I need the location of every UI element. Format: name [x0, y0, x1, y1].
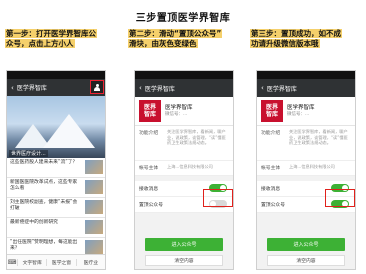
step-3-line2: 功请升级微信版本哦: [250, 39, 320, 48]
status-bar: [135, 71, 233, 79]
step-1-text: 第一步：打开医学界智库公 众号，点击上方小人: [5, 29, 97, 49]
news-thumbnail: [85, 240, 103, 254]
step-1-line2: 众号，点击上方小人: [5, 39, 75, 48]
menu-item-3[interactable]: 医疗业: [75, 258, 105, 266]
news-thumbnail: [85, 180, 103, 194]
account-name: 医学界智库: [165, 105, 193, 111]
status-bar: [7, 71, 105, 79]
pin-account-label: 置顶公众号: [261, 203, 285, 208]
account-logo: 医界 智库: [139, 100, 161, 122]
hero-image[interactable]: 世界医疗设计...: [7, 96, 105, 158]
enter-account-button[interactable]: 进入公众号: [145, 238, 223, 251]
account-name: 医学界智库: [287, 105, 315, 111]
hero-caption: 世界医疗设计...: [9, 150, 48, 157]
enter-account-button[interactable]: 进入公众号: [267, 238, 345, 251]
nav-bar: ‹ 医学界智库: [135, 79, 233, 97]
step-3-line1: 第三步：置顶成功，如不成: [250, 29, 342, 38]
news-item[interactable]: 新国医医院改革试点，这些专家怎么看: [7, 178, 105, 198]
account-logo: 医界 智库: [261, 100, 283, 122]
news-thumbnail: [85, 160, 103, 174]
entity-value: 上海...信息科技有限公司: [167, 164, 213, 169]
phone-3-screen: ‹ 医学界智库 医界 智库 医学界智库 微信号：... 功能介绍 关注医学界智库…: [256, 70, 356, 270]
menu-item-2[interactable]: 医学之窗: [46, 258, 75, 266]
profile-button[interactable]: [90, 80, 104, 94]
intro-label: 功能介绍: [261, 131, 281, 136]
step-1-line1: 第一步：打开医学界智库公: [5, 29, 97, 38]
account-id: 微信号：...: [287, 112, 310, 117]
step-3-text: 第三步：置顶成功，如不成 功请升级微信版本哦: [250, 29, 342, 49]
entity-row: 帐号主体 上海...信息科技有限公司: [257, 161, 355, 176]
news-title: 这些医药股人建来未来“流”了？: [10, 160, 78, 165]
entity-label: 帐号主体: [261, 166, 281, 171]
intro-label: 功能介绍: [139, 131, 159, 136]
clear-content-button[interactable]: 清空内容: [267, 255, 345, 266]
receive-messages-label: 接收消息: [261, 187, 281, 192]
phone-2-screen: ‹ 医学界智库 医界 智库 医学界智库 微信号：... 功能介绍 关注医学界智库…: [134, 70, 234, 270]
news-title: 刘主医院校副查，健康“未报”会打破: [10, 200, 78, 212]
status-bar: [257, 71, 355, 79]
step-2-line2: 滑块，由灰色变绿色: [128, 39, 198, 48]
entity-value: 上海...信息科技有限公司: [289, 164, 335, 169]
page-title: 三步置顶医学界智库: [135, 13, 231, 24]
person-icon: [94, 83, 100, 91]
intro-value: 关注医学界智库，看新闻，聊产业，说政策，谈管理，“读”懂医药卫生政策法规动态。: [289, 129, 348, 146]
news-item[interactable]: 最新癌症中的创新研究: [7, 218, 105, 238]
account-id: 微信号：...: [165, 112, 188, 117]
news-title: “出任医院”赞明理想，每这能出来？: [10, 240, 78, 252]
nav-title: 医学界智库: [266, 85, 297, 93]
intro-row: 功能介绍 关注医学界智库，看新闻，聊产业，说政策，谈管理，“读”懂医药卫生政策法…: [257, 126, 355, 161]
nav-bar: ‹ 医学界智库: [7, 79, 105, 96]
receive-messages-label: 接收消息: [139, 187, 159, 192]
news-item[interactable]: 刘主医院校副查，健康“未报”会打破: [7, 198, 105, 218]
intro-row: 功能介绍 关注医学界智库，看新闻，聊产业，说政策，谈管理，“读”懂医药卫生政策法…: [135, 126, 233, 161]
entity-row: 帐号主体 上海...信息科技有限公司: [135, 161, 233, 176]
nav-title: 医学界智库: [16, 85, 47, 92]
news-thumbnail: [85, 200, 103, 214]
menu-item-1[interactable]: 文字智库: [17, 258, 46, 266]
clear-content-button[interactable]: 清空内容: [145, 255, 223, 266]
highlight-box: [325, 189, 355, 207]
step-2-line1: 第二步：滑动“置顶公众号”: [128, 29, 223, 38]
phone-1-screen: ‹ 医学界智库 世界医疗设计... 这些医药股人建来未来“流”了？ 新国医医院改…: [6, 70, 106, 270]
pin-account-label: 置顶公众号: [139, 203, 163, 208]
nav-title: 医学界智库: [144, 85, 175, 93]
bottom-menu-bar: ⌨ 文字智库 医学之窗 医疗业: [7, 254, 105, 269]
back-arrow-icon[interactable]: ‹: [139, 84, 142, 92]
account-header: 医界 智库 医学界智库 微信号：...: [257, 97, 355, 126]
news-title: 最新癌症中的创新研究: [10, 220, 58, 225]
account-header: 医界 智库 医学界智库 微信号：...: [135, 97, 233, 126]
back-arrow-icon[interactable]: ‹: [11, 84, 14, 92]
news-thumbnail: [85, 220, 103, 234]
mountain-shape: [43, 114, 95, 148]
back-arrow-icon[interactable]: ‹: [261, 84, 264, 92]
keyboard-icon[interactable]: ⌨: [7, 259, 17, 266]
news-item[interactable]: 这些医药股人建来未来“流”了？: [7, 158, 105, 178]
entity-label: 帐号主体: [139, 166, 159, 171]
highlight-box: [203, 189, 233, 207]
intro-value: 关注医学界智库，看新闻，聊产业，说政策，谈管理，“读”懂医药卫生政策法规动态。: [167, 129, 226, 146]
nav-bar: ‹ 医学界智库: [257, 79, 355, 97]
news-title: 新国医医院改革试点，这些专家怎么看: [10, 180, 78, 192]
step-2-text: 第二步：滑动“置顶公众号” 滑块，由灰色变绿色: [128, 29, 223, 49]
